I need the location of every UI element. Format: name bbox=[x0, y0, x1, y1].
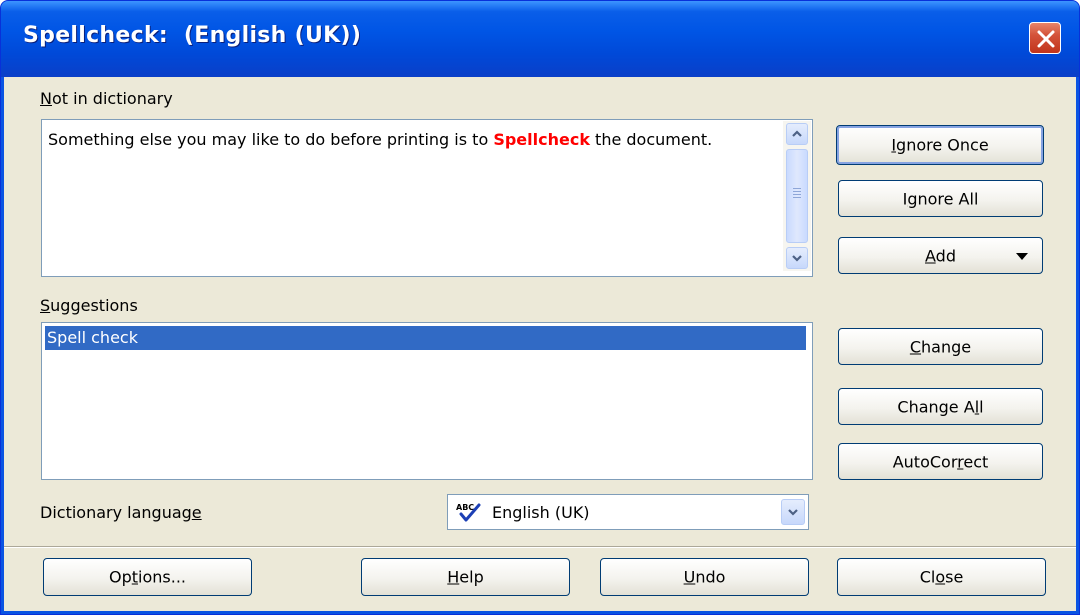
suggestions-label: Suggestions bbox=[40, 296, 138, 315]
dictionary-language-dropdown-button[interactable] bbox=[781, 499, 805, 525]
scroll-down-button[interactable] bbox=[786, 247, 808, 269]
undo-label: Undo bbox=[683, 567, 726, 587]
undo-button[interactable]: Undo bbox=[600, 558, 809, 596]
grip-line bbox=[793, 191, 801, 192]
chevron-up-icon bbox=[792, 130, 802, 137]
chevron-down-icon bbox=[792, 255, 802, 262]
close-button[interactable]: Close bbox=[837, 558, 1046, 596]
change-label: Change bbox=[909, 337, 972, 356]
change-all-button[interactable]: Change All bbox=[838, 388, 1043, 425]
close-window-button[interactable] bbox=[1029, 22, 1061, 54]
sentence-text: Something else you may like to do before… bbox=[48, 130, 713, 149]
help-label: Help bbox=[447, 567, 484, 587]
ignore-all-button[interactable]: Ignore All bbox=[838, 180, 1043, 217]
close-icon bbox=[1037, 30, 1055, 48]
vertical-scrollbar[interactable] bbox=[783, 121, 811, 271]
add-button[interactable]: Add bbox=[838, 237, 1043, 274]
title-bar[interactable]: Spellcheck: (English (UK)) bbox=[1, 1, 1079, 77]
dropdown-arrow-icon bbox=[1016, 253, 1028, 260]
ignore-all-label: Ignore All bbox=[902, 189, 979, 208]
change-button[interactable]: Change bbox=[838, 328, 1043, 365]
not-in-dictionary-textbox[interactable]: Something else you may like to do before… bbox=[41, 119, 813, 277]
svg-text:ABC: ABC bbox=[456, 503, 474, 512]
suggestion-item-selected[interactable]: Spell check bbox=[45, 326, 806, 350]
dialog-body: Not in dictionary Something else you may… bbox=[4, 77, 1076, 611]
grip-line bbox=[793, 197, 801, 198]
dictionary-language-label: Dictionary language bbox=[40, 503, 202, 522]
help-button[interactable]: Help bbox=[361, 558, 570, 596]
options-button[interactable]: Options... bbox=[43, 558, 252, 596]
misspelled-word[interactable]: Spellcheck bbox=[493, 130, 590, 149]
scroll-up-button[interactable] bbox=[786, 123, 808, 145]
scroll-thumb[interactable] bbox=[786, 149, 808, 243]
abc-checkmark-icon: ABC bbox=[456, 503, 481, 522]
window-title: Spellcheck: (English (UK)) bbox=[23, 23, 362, 48]
autocorrect-button[interactable]: AutoCorrect bbox=[838, 443, 1043, 480]
chevron-down-icon bbox=[788, 509, 798, 516]
not-in-dictionary-label: Not in dictionary bbox=[40, 89, 173, 108]
grip-line bbox=[793, 188, 801, 189]
autocorrect-label: AutoCorrect bbox=[892, 452, 989, 471]
dictionary-language-value: English (UK) bbox=[492, 503, 590, 522]
ignore-once-label: Ignore Once bbox=[891, 135, 989, 155]
dictionary-language-select[interactable]: ABC English (UK) bbox=[447, 494, 809, 530]
spellcheck-dialog: Spellcheck: (English (UK)) Not in dictio… bbox=[0, 0, 1080, 615]
suggestions-list[interactable]: Spell check bbox=[41, 322, 813, 480]
options-label: Options... bbox=[109, 567, 186, 587]
separator-highlight bbox=[4, 547, 1076, 548]
add-label: Add bbox=[925, 246, 956, 265]
grip-line bbox=[793, 194, 801, 195]
ignore-once-button[interactable]: Ignore Once bbox=[836, 125, 1044, 165]
close-label: Close bbox=[919, 567, 964, 587]
change-all-label: Change All bbox=[897, 397, 984, 416]
